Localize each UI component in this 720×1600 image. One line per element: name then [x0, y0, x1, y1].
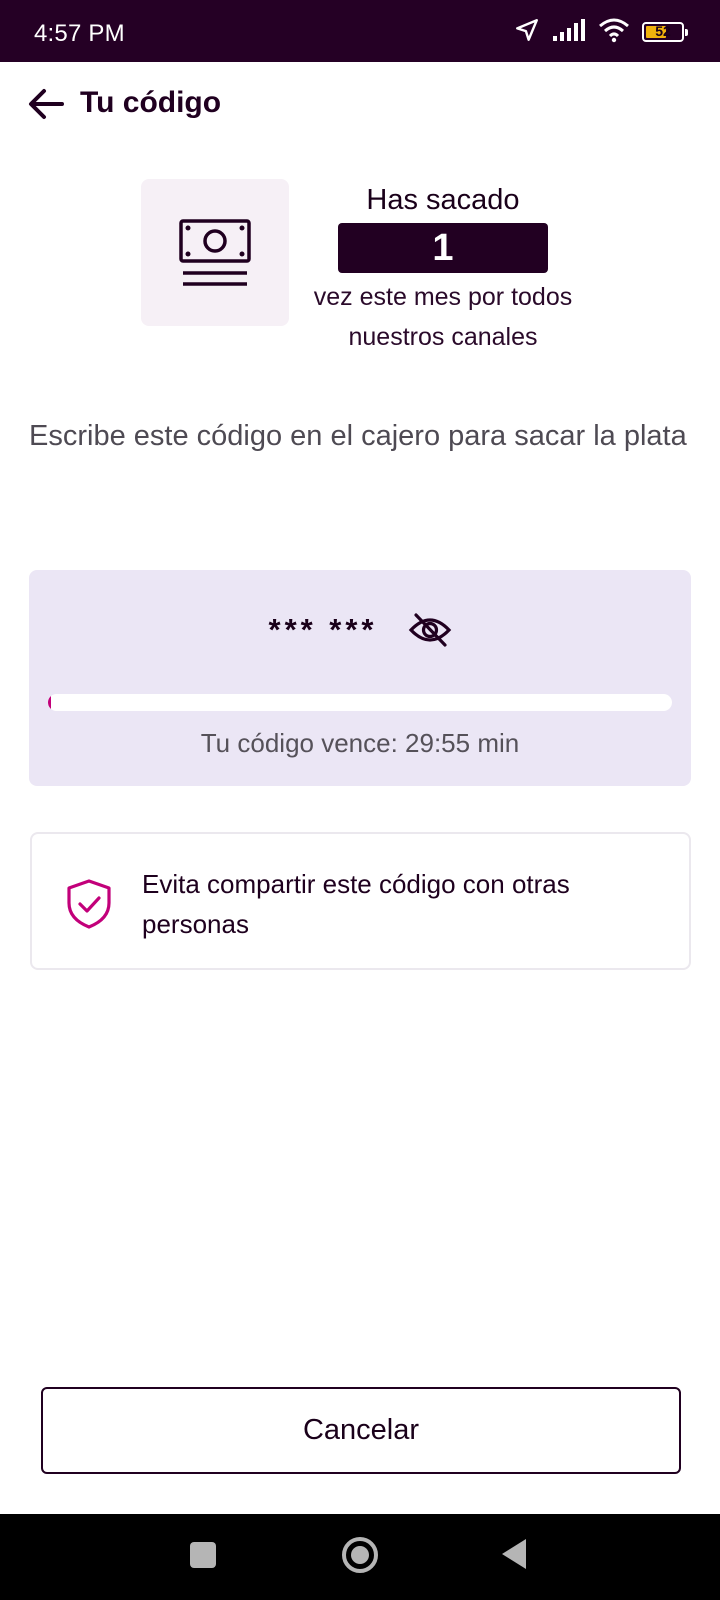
expiry-text: Tu código vence: 29:55 min: [200, 728, 520, 758]
back-icon[interactable]: [502, 1539, 526, 1569]
instructions-text: Escribe este código en el cajero para sa…: [29, 420, 687, 452]
security-warning-text: Evita compartir este código con otras pe…: [142, 869, 570, 939]
security-warning-card: Evita compartir este código con otras pe…: [30, 832, 691, 970]
system-nav-bar: [0, 1514, 720, 1600]
toggle-code-visibility-button[interactable]: [408, 610, 452, 650]
arrow-left-icon: [29, 89, 64, 119]
shield-check-icon: [64, 878, 114, 935]
masked-code: *** ***: [268, 612, 378, 647]
battery-icon: 52: [642, 22, 688, 42]
withdrawal-summary: Has sacado 1 vez este mes por todos nues…: [300, 180, 586, 357]
code-row: *** ***: [29, 610, 691, 650]
status-time: 4:57 PM: [34, 20, 125, 47]
home-icon[interactable]: [342, 1537, 378, 1573]
eye-off-icon: [408, 613, 451, 647]
withdrawal-summary-caption: vez este mes por todos nuestros canales: [313, 283, 573, 351]
status-bar: 4:57 PM 52: [0, 0, 720, 62]
recents-icon[interactable]: [190, 1542, 216, 1568]
battery-level: 52: [655, 23, 671, 39]
signal-icon: [552, 18, 586, 47]
cash-icon-tile: [141, 179, 289, 326]
withdrawal-summary-heading: Has sacado: [366, 184, 520, 216]
expiry-progress-fill: [48, 694, 52, 711]
page-title: Tu código: [80, 86, 222, 119]
cash-icon: [179, 218, 251, 286]
expiry-progress-bar: [48, 694, 672, 711]
cancel-button[interactable]: Cancelar: [41, 1387, 681, 1474]
back-button[interactable]: [24, 82, 68, 126]
app-header: Tu código: [0, 62, 720, 146]
code-card: *** *** Tu código vence: 29:55 min: [29, 570, 691, 786]
navigation-icon: [514, 17, 540, 48]
wifi-icon: [598, 17, 630, 48]
status-icons: 52: [514, 17, 688, 48]
withdrawal-count: 1: [338, 223, 548, 273]
